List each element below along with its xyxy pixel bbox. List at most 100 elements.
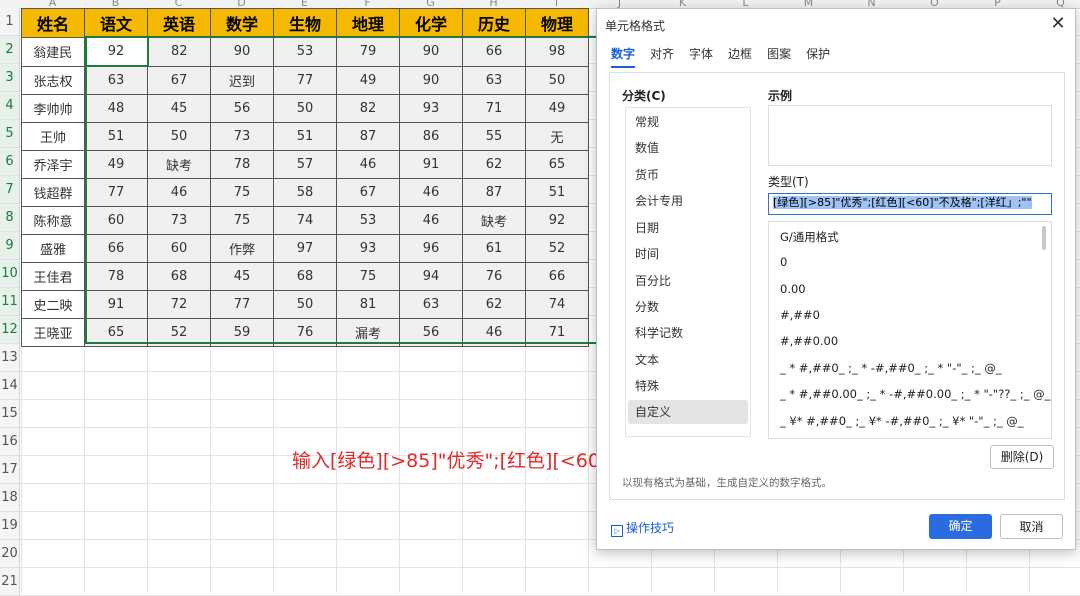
score-cell[interactable]: 51 [84, 122, 148, 151]
header-cell[interactable]: 语文 [84, 8, 148, 38]
score-cell[interactable]: 迟到 [210, 65, 274, 95]
score-cell[interactable]: 52 [525, 234, 589, 263]
category-custom[interactable]: 自定义 [628, 400, 748, 424]
category-general[interactable]: 常规 [628, 110, 748, 134]
row-number[interactable]: 3 [0, 64, 20, 92]
row-number[interactable]: 9 [0, 232, 20, 260]
type-input[interactable]: [绿色][>85]"优秀";[红色][<60]"不及格";[洋红」;"" [768, 193, 1052, 215]
row-number[interactable]: 17 [0, 456, 20, 484]
data-table[interactable]: 姓名 语文 英语 数学 生物 地理 化学 历史 物理 翁建民 92 82 90 53 79 90 66 98 张志权… [21, 8, 589, 347]
score-cell[interactable]: 45 [210, 262, 274, 291]
score-cell[interactable]: 87 [336, 122, 400, 151]
score-cell[interactable]: 68 [273, 262, 337, 291]
name-cell[interactable]: 史二映 [21, 290, 85, 319]
score-cell[interactable]: 93 [336, 234, 400, 263]
format-item[interactable]: G/通用格式 [780, 229, 839, 245]
header-cell[interactable]: 数学 [210, 8, 274, 38]
row-number[interactable]: 12 [0, 316, 20, 344]
score-cell[interactable]: 61 [462, 234, 526, 263]
row-number[interactable]: 14 [0, 372, 20, 400]
score-cell[interactable]: 73 [210, 122, 274, 151]
row-number[interactable]: 11 [0, 288, 20, 316]
score-cell[interactable]: 58 [273, 178, 337, 207]
name-cell[interactable]: 王晓亚 [21, 318, 85, 347]
score-cell[interactable]: 82 [336, 94, 400, 123]
score-cell[interactable]: 50 [273, 94, 337, 123]
score-cell[interactable]: 68 [147, 262, 211, 291]
score-cell[interactable]: 45 [147, 94, 211, 123]
score-cell[interactable]: 50 [147, 122, 211, 151]
score-cell[interactable]: 97 [273, 234, 337, 263]
score-cell[interactable]: 缺考 [462, 206, 526, 235]
delete-button[interactable]: 删除(D) [990, 445, 1054, 469]
score-cell[interactable]: 49 [84, 150, 148, 179]
category-date[interactable]: 日期 [628, 216, 748, 240]
tab-alignment[interactable]: 对齐 [650, 45, 674, 68]
category-scientific[interactable]: 科学记数 [628, 321, 748, 345]
score-cell[interactable]: 77 [273, 65, 337, 95]
score-cell[interactable]: 77 [210, 290, 274, 319]
header-cell[interactable]: 地理 [336, 8, 400, 38]
score-cell[interactable]: 71 [462, 94, 526, 123]
header-cell[interactable]: 英语 [147, 8, 211, 38]
header-cell[interactable]: 物理 [525, 8, 589, 38]
category-number[interactable]: 数值 [628, 136, 748, 160]
tab-font[interactable]: 字体 [689, 45, 713, 68]
format-item[interactable]: _ ¥* #,##0_ ;_ ¥* -#,##0_ ;_ ¥* "-"_ ;_ … [780, 414, 1024, 428]
row-number[interactable]: 1 [0, 8, 20, 36]
name-cell[interactable]: 王帅 [21, 122, 85, 151]
row-number[interactable]: 6 [0, 148, 20, 176]
score-cell[interactable]: 62 [462, 150, 526, 179]
score-cell[interactable]: 50 [273, 290, 337, 319]
score-cell[interactable]: 46 [399, 178, 463, 207]
score-cell[interactable]: 56 [210, 94, 274, 123]
category-percentage[interactable]: 百分比 [628, 269, 748, 293]
score-cell[interactable]: 72 [147, 290, 211, 319]
score-cell[interactable]: 51 [525, 178, 589, 207]
score-cell[interactable]: 60 [84, 206, 148, 235]
score-cell[interactable]: 51 [273, 122, 337, 151]
score-cell[interactable]: 90 [399, 65, 463, 95]
score-cell[interactable]: 66 [84, 234, 148, 263]
score-cell[interactable]: 57 [273, 150, 337, 179]
name-cell[interactable]: 张志权 [21, 65, 85, 95]
score-cell[interactable]: 75 [210, 206, 274, 235]
tab-number[interactable]: 数字 [611, 45, 636, 68]
score-cell[interactable]: 缺考 [147, 150, 211, 179]
score-cell[interactable]: 93 [399, 94, 463, 123]
score-cell[interactable]: 66 [462, 36, 526, 67]
score-cell[interactable]: 77 [84, 178, 148, 207]
format-list-scrollbar[interactable] [1042, 226, 1046, 250]
name-cell[interactable]: 钱超群 [21, 178, 85, 207]
category-accounting[interactable]: 会计专用 [628, 189, 748, 213]
category-time[interactable]: 时间 [628, 242, 748, 266]
score-cell[interactable]: 82 [147, 36, 211, 67]
score-cell[interactable]: 53 [273, 36, 337, 67]
score-cell[interactable]: 90 [399, 36, 463, 67]
score-cell[interactable]: 60 [147, 234, 211, 263]
cancel-button[interactable]: 取消 [1000, 514, 1063, 539]
score-cell[interactable]: 75 [336, 262, 400, 291]
row-number[interactable]: 7 [0, 176, 20, 204]
header-cell[interactable]: 化学 [399, 8, 463, 38]
score-cell[interactable]: 78 [84, 262, 148, 291]
score-cell[interactable]: 漏考 [336, 318, 400, 347]
score-cell[interactable]: 46 [399, 206, 463, 235]
row-number[interactable]: 5 [0, 120, 20, 148]
score-cell[interactable]: 74 [525, 290, 589, 319]
row-number[interactable]: 16 [0, 428, 20, 456]
format-item[interactable]: #,##0.00 [780, 334, 838, 348]
score-cell[interactable]: 65 [84, 318, 148, 347]
score-cell[interactable]: 46 [147, 178, 211, 207]
name-cell[interactable]: 翁建民 [21, 36, 85, 67]
format-list[interactable]: G/通用格式 0 0.00 #,##0 #,##0.00 _ * #,##0_ … [768, 221, 1052, 439]
row-number[interactable]: 8 [0, 204, 20, 232]
tab-pattern[interactable]: 图案 [767, 45, 791, 68]
score-cell[interactable]: 63 [399, 290, 463, 319]
score-cell[interactable]: 90 [210, 36, 274, 67]
score-cell[interactable]: 59 [210, 318, 274, 347]
name-cell[interactable]: 陈称意 [21, 206, 85, 235]
name-cell[interactable]: 王佳君 [21, 262, 85, 291]
tab-border[interactable]: 边框 [728, 45, 752, 68]
score-cell[interactable]: 76 [273, 318, 337, 347]
